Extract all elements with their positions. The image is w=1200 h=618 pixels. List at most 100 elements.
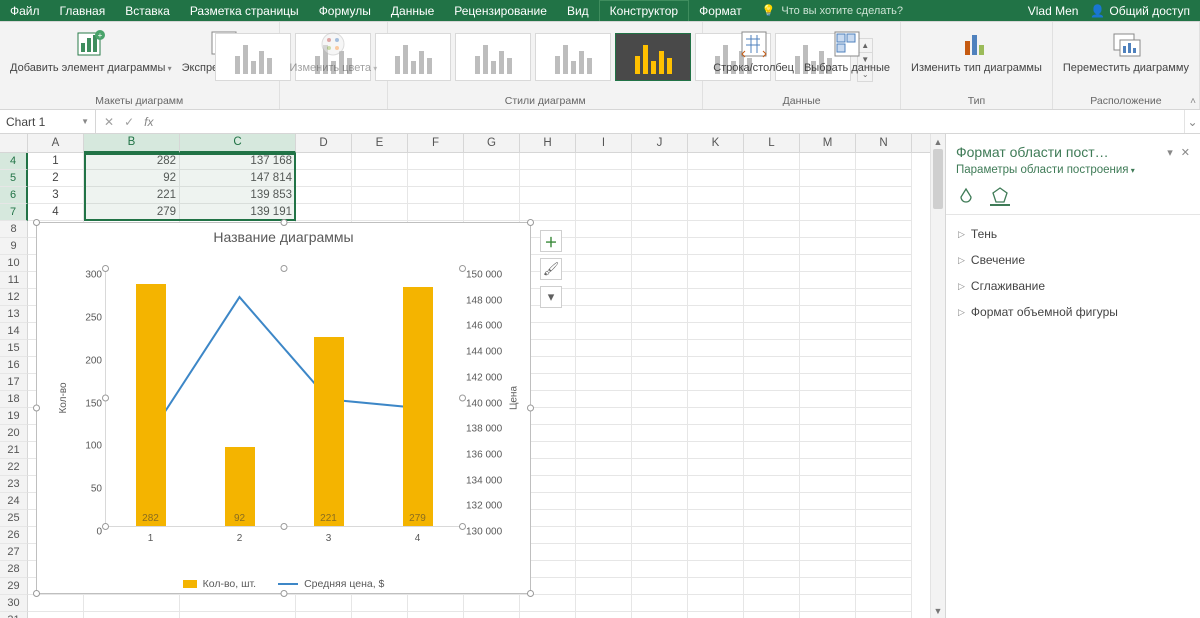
cell[interactable] xyxy=(688,595,744,612)
cell[interactable] xyxy=(464,595,520,612)
cell[interactable] xyxy=(296,187,352,204)
cell[interactable] xyxy=(408,204,464,221)
cell[interactable] xyxy=(744,238,800,255)
cell[interactable] xyxy=(576,374,632,391)
cell[interactable] xyxy=(464,153,520,170)
chart-plot-area[interactable]: Кол-во Цена 050100150200250300130 000132… xyxy=(105,269,462,527)
cell[interactable] xyxy=(632,187,688,204)
cell[interactable] xyxy=(632,476,688,493)
cell[interactable] xyxy=(856,476,912,493)
cell[interactable] xyxy=(688,204,744,221)
cell[interactable] xyxy=(520,153,576,170)
pane-close-button[interactable]: ✕ xyxy=(1181,146,1190,159)
cell[interactable] xyxy=(800,578,856,595)
cell[interactable] xyxy=(408,595,464,612)
cell[interactable] xyxy=(856,459,912,476)
cell[interactable] xyxy=(688,255,744,272)
cell[interactable] xyxy=(576,561,632,578)
cell[interactable] xyxy=(800,323,856,340)
cell[interactable] xyxy=(688,272,744,289)
cell[interactable] xyxy=(408,170,464,187)
cell[interactable] xyxy=(856,391,912,408)
cell[interactable] xyxy=(632,425,688,442)
tab-format[interactable]: Формат xyxy=(689,0,752,21)
cell[interactable] xyxy=(520,612,576,618)
cell[interactable] xyxy=(576,221,632,238)
cell[interactable] xyxy=(856,272,912,289)
chart-styles-button[interactable]: 🖌 xyxy=(540,258,562,280)
cell[interactable] xyxy=(688,289,744,306)
row-header[interactable]: 12 xyxy=(0,289,28,306)
cell[interactable] xyxy=(688,374,744,391)
cell[interactable] xyxy=(856,408,912,425)
cell[interactable] xyxy=(856,595,912,612)
chart-y-axis-label[interactable]: Кол-во xyxy=(58,382,69,413)
cell[interactable] xyxy=(856,493,912,510)
cell[interactable] xyxy=(576,595,632,612)
chart-title[interactable]: Название диаграммы xyxy=(37,229,530,245)
cell[interactable] xyxy=(800,408,856,425)
share-button[interactable]: 👤 Общий доступ xyxy=(1090,4,1190,18)
cell[interactable] xyxy=(408,612,464,618)
cell[interactable]: 92 xyxy=(84,170,180,187)
row-header[interactable]: 20 xyxy=(0,425,28,442)
embedded-chart[interactable]: Название диаграммы Кол-во Цена 050100150… xyxy=(36,222,531,594)
cell[interactable] xyxy=(856,510,912,527)
cell[interactable] xyxy=(688,459,744,476)
cell[interactable] xyxy=(576,204,632,221)
cell[interactable] xyxy=(408,153,464,170)
tab-view[interactable]: Вид xyxy=(557,0,599,21)
cell[interactable] xyxy=(632,561,688,578)
cell[interactable] xyxy=(856,374,912,391)
cell[interactable] xyxy=(632,221,688,238)
cell[interactable] xyxy=(856,561,912,578)
fx-icon[interactable]: fx xyxy=(144,115,153,129)
row-header[interactable]: 22 xyxy=(0,459,28,476)
col-header-N[interactable]: N xyxy=(856,134,912,152)
row-header[interactable]: 26 xyxy=(0,527,28,544)
row-header[interactable]: 25 xyxy=(0,510,28,527)
cell[interactable]: 221 xyxy=(84,187,180,204)
row-header[interactable]: 14 xyxy=(0,323,28,340)
cell[interactable] xyxy=(744,595,800,612)
cell[interactable] xyxy=(800,595,856,612)
cell[interactable] xyxy=(688,221,744,238)
cell[interactable] xyxy=(688,561,744,578)
row-header[interactable]: 4 xyxy=(0,153,28,170)
cell[interactable] xyxy=(688,612,744,618)
formula-expand-button[interactable]: ⌄ xyxy=(1184,110,1200,133)
cell[interactable] xyxy=(576,527,632,544)
cell[interactable] xyxy=(688,170,744,187)
pane-item-glow[interactable]: Свечение xyxy=(952,247,1194,273)
cell[interactable] xyxy=(632,459,688,476)
pane-item-shadow[interactable]: Тень xyxy=(952,221,1194,247)
cell[interactable] xyxy=(28,612,84,618)
cell[interactable] xyxy=(800,544,856,561)
cell[interactable] xyxy=(688,153,744,170)
format-pane-subtitle[interactable]: Параметры области построения xyxy=(956,164,1135,176)
row-header[interactable]: 23 xyxy=(0,476,28,493)
row-header[interactable]: 24 xyxy=(0,493,28,510)
col-header-H[interactable]: H xyxy=(520,134,576,152)
chart-filter-button[interactable]: ▾ xyxy=(540,286,562,308)
switch-row-column-button[interactable]: Строка/столбец xyxy=(711,26,796,76)
col-header-E[interactable]: E xyxy=(352,134,408,152)
cell[interactable] xyxy=(800,170,856,187)
cell[interactable] xyxy=(632,595,688,612)
cell[interactable] xyxy=(464,187,520,204)
cell[interactable] xyxy=(576,187,632,204)
cell[interactable] xyxy=(576,425,632,442)
cell[interactable] xyxy=(632,238,688,255)
cell[interactable] xyxy=(296,595,352,612)
row-header[interactable]: 11 xyxy=(0,272,28,289)
cell[interactable] xyxy=(856,340,912,357)
cell[interactable] xyxy=(800,612,856,618)
cell[interactable] xyxy=(576,578,632,595)
cancel-formula-icon[interactable]: ✕ xyxy=(104,115,114,129)
cell[interactable] xyxy=(800,561,856,578)
col-header-B[interactable]: B xyxy=(84,134,180,153)
col-header-M[interactable]: M xyxy=(800,134,856,152)
cell[interactable]: 282 xyxy=(84,153,180,170)
scrollbar-thumb[interactable] xyxy=(933,149,943,209)
cell[interactable] xyxy=(744,289,800,306)
